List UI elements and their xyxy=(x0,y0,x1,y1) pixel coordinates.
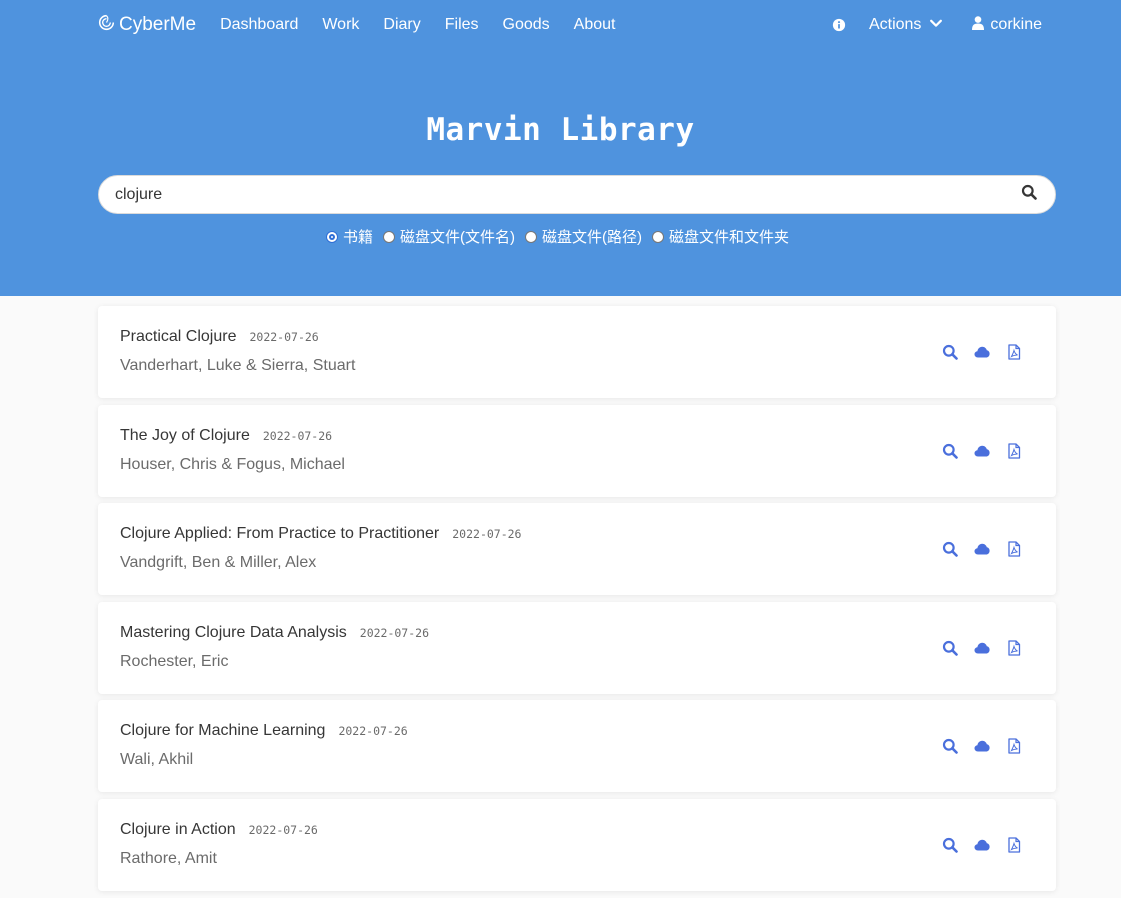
cloud-icon[interactable] xyxy=(974,541,990,557)
result-card: Clojure Applied: From Practice to Practi… xyxy=(98,503,1056,596)
nav-diary[interactable]: Diary xyxy=(383,16,420,34)
nav-dashboard[interactable]: Dashboard xyxy=(220,16,298,34)
book-title[interactable]: Clojure in Action xyxy=(120,821,236,839)
book-date: 2022-07-26 xyxy=(338,724,408,739)
book-title[interactable]: The Joy of Clojure xyxy=(120,427,250,445)
brand-swirl-icon xyxy=(98,14,115,37)
radio-disk-filename[interactable]: 磁盘文件(文件名) xyxy=(383,226,515,247)
actions-dropdown[interactable]: Actions xyxy=(869,16,943,35)
search-type-radios: 书籍 磁盘文件(文件名) 磁盘文件(路径) 磁盘文件和文件夹 xyxy=(0,226,1121,247)
result-card: Practical Clojure 2022-07-26 Vanderhart,… xyxy=(98,306,1056,398)
book-date: 2022-07-26 xyxy=(248,822,318,837)
brand-link[interactable]: CyberMe xyxy=(98,14,196,37)
book-date: 2022-07-26 xyxy=(359,625,430,640)
search-icon[interactable] xyxy=(942,443,958,459)
brand-name: CyberMe xyxy=(119,14,197,35)
card-actions xyxy=(942,837,1022,853)
pdf-file-icon[interactable] xyxy=(1006,640,1022,656)
card-title-line: Clojure for Machine Learning 2022-07-26 xyxy=(120,722,408,740)
cloud-icon[interactable] xyxy=(974,443,990,459)
book-date: 2022-07-26 xyxy=(262,428,333,443)
result-card: Clojure in Action 2022-07-26 Rathore, Am… xyxy=(98,798,1056,891)
pdf-file-icon[interactable] xyxy=(1006,837,1022,853)
book-author: Wali, Akhil xyxy=(120,751,194,769)
nav-files[interactable]: Files xyxy=(445,16,479,34)
card-title-line: Practical Clojure 2022-07-26 xyxy=(120,328,319,346)
card-actions xyxy=(942,640,1022,656)
radio-button[interactable] xyxy=(325,230,338,243)
radio-button[interactable] xyxy=(525,230,537,243)
book-author: Vandgrift, Ben & Miller, Alex xyxy=(120,554,317,572)
radio-button[interactable] xyxy=(383,230,395,243)
card-actions xyxy=(942,738,1022,755)
pdf-file-icon[interactable] xyxy=(1006,442,1022,459)
search-icon[interactable] xyxy=(942,837,958,853)
pdf-file-icon[interactable] xyxy=(1006,541,1022,557)
nav-work[interactable]: Work xyxy=(322,16,359,34)
search-icon[interactable] xyxy=(942,344,958,360)
result-card: The Joy of Clojure 2022-07-26 Houser, Ch… xyxy=(98,404,1056,497)
radio-label: 磁盘文件(路径) xyxy=(542,229,642,246)
radio-label: 磁盘文件和文件夹 xyxy=(669,229,790,246)
search-input[interactable] xyxy=(99,176,1003,213)
book-title[interactable]: Clojure for Machine Learning xyxy=(120,722,325,740)
search-button[interactable] xyxy=(1003,176,1055,213)
pdf-file-icon[interactable] xyxy=(1006,344,1022,360)
search-icon[interactable] xyxy=(942,541,958,557)
book-title[interactable]: Clojure Applied: From Practice to Practi… xyxy=(120,525,439,543)
pdf-file-icon[interactable] xyxy=(1006,738,1022,755)
card-title-line: Mastering Clojure Data Analysis 2022-07-… xyxy=(120,624,429,642)
cloud-icon[interactable] xyxy=(974,837,990,853)
results-list: Practical Clojure 2022-07-26 Vanderhart,… xyxy=(98,306,1056,898)
book-author: Rochester, Eric xyxy=(120,652,229,670)
radio-label: 磁盘文件(文件名) xyxy=(400,229,515,246)
book-title[interactable]: Mastering Clojure Data Analysis xyxy=(120,624,347,642)
search-icon[interactable] xyxy=(942,738,958,755)
cloud-icon[interactable] xyxy=(974,738,990,754)
search-icon xyxy=(1021,184,1037,205)
cloud-icon[interactable] xyxy=(974,344,990,360)
radio-disk-files-folders[interactable]: 磁盘文件和文件夹 xyxy=(652,226,789,247)
radio-disk-path[interactable]: 磁盘文件(路径) xyxy=(525,226,642,247)
chevron-down-icon xyxy=(929,16,943,35)
search-bar xyxy=(98,175,1056,214)
book-date: 2022-07-26 xyxy=(452,527,522,542)
navbar-end: Actions corkine xyxy=(832,15,1056,35)
card-actions xyxy=(942,541,1022,557)
user-icon xyxy=(972,15,985,35)
user-name: corkine xyxy=(990,16,1042,33)
book-title[interactable]: Practical Clojure xyxy=(120,328,236,346)
card-title-line: The Joy of Clojure 2022-07-26 xyxy=(120,427,332,445)
result-card: Clojure for Machine Learning 2022-07-26 … xyxy=(98,700,1056,793)
result-card: Mastering Clojure Data Analysis 2022-07-… xyxy=(98,601,1056,694)
book-date: 2022-07-26 xyxy=(249,330,319,344)
book-author: Rathore, Amit xyxy=(120,849,217,867)
page-title: Marvin Library xyxy=(426,112,695,148)
card-actions xyxy=(942,442,1022,459)
book-author: Houser, Chris & Fogus, Michael xyxy=(120,455,345,473)
cloud-icon[interactable] xyxy=(974,640,990,656)
nav-about[interactable]: About xyxy=(574,16,616,34)
user-menu[interactable]: corkine xyxy=(972,15,1042,35)
nav-goods[interactable]: Goods xyxy=(503,16,550,34)
card-actions xyxy=(942,344,1022,360)
radio-button[interactable] xyxy=(652,230,664,243)
card-title-line: Clojure Applied: From Practice to Practi… xyxy=(120,525,522,543)
card-title-line: Clojure in Action 2022-07-26 xyxy=(120,821,318,839)
radio-label: 书籍 xyxy=(342,229,373,246)
book-author: Vanderhart, Luke & Sierra, Stuart xyxy=(120,357,356,374)
info-circle-icon[interactable] xyxy=(832,18,846,32)
actions-label: Actions xyxy=(868,16,922,33)
radio-books[interactable]: 书籍 xyxy=(325,226,373,247)
hero-banner: CyberMe Dashboard Work Diary Files Goods… xyxy=(0,0,1121,296)
navbar: CyberMe Dashboard Work Diary Files Goods… xyxy=(98,0,1056,50)
search-icon[interactable] xyxy=(942,640,958,656)
